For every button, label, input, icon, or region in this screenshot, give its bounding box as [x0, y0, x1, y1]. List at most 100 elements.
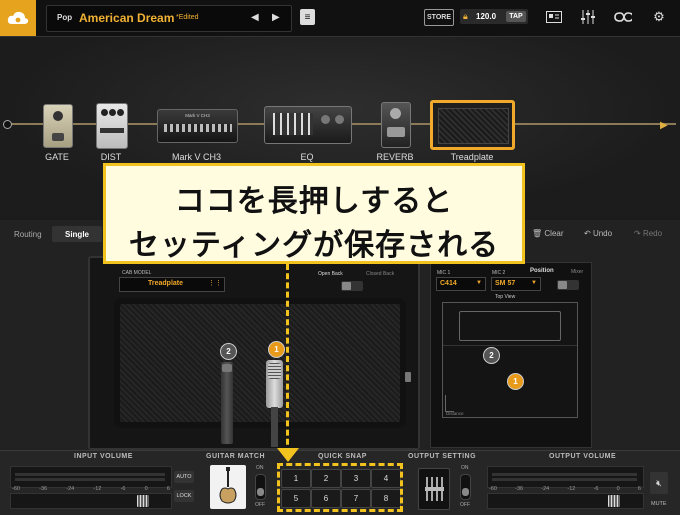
- mute-label: MUTE: [651, 501, 667, 507]
- input-tick: -12: [93, 486, 102, 492]
- mixer-label[interactable]: Mixer: [571, 269, 583, 275]
- input-scale: -60 -36 -24 -12 -6 0 6: [12, 486, 170, 492]
- trash-icon: 🗑︎: [532, 229, 545, 238]
- input-tick: -6: [120, 486, 126, 492]
- input-tick: 6: [166, 486, 170, 492]
- cab-block-selected[interactable]: [430, 100, 515, 150]
- tempo-value[interactable]: 120.0: [476, 12, 496, 21]
- amp-head[interactable]: Mark V CH3: [157, 109, 238, 143]
- annotation-quick-snap-highlight: [277, 463, 403, 512]
- guitar-match-switch[interactable]: [255, 474, 266, 500]
- tempo-control: 🔒︎ 120.0 TAP: [460, 9, 528, 24]
- input-tick: -24: [66, 486, 75, 492]
- mic1-chevron-down-icon: ▼: [476, 280, 482, 286]
- mixer-icon[interactable]: [579, 9, 597, 25]
- next-preset-button[interactable]: ▶: [272, 12, 280, 23]
- preset-name: American Dream: [79, 11, 175, 25]
- mic2-value: SM 57: [495, 280, 516, 287]
- output-tick: -60: [489, 486, 497, 492]
- input-volume-title: INPUT VOLUME: [74, 453, 133, 460]
- mic1-label: MIC 1: [437, 270, 451, 276]
- output-volume-slider[interactable]: [487, 493, 644, 509]
- loop-icon[interactable]: [614, 9, 632, 25]
- reverb-label: REVERB: [376, 152, 414, 162]
- output-setting-title: OUTPUT SETTING: [408, 453, 477, 460]
- output-fader-icon: [425, 477, 444, 501]
- position-mixer-toggle[interactable]: [557, 280, 579, 290]
- position-label[interactable]: Position: [530, 268, 554, 274]
- guitar-match-title: GUITAR MATCH: [206, 453, 266, 460]
- top-view-mic-1-marker[interactable]: 1: [507, 373, 524, 390]
- preset-selector[interactable]: Pop American Dream *Edited ◀ ▶: [46, 5, 292, 32]
- routing-label: Routing: [14, 230, 42, 239]
- top-view-mic-2-marker[interactable]: 2: [483, 347, 500, 364]
- prev-preset-button[interactable]: ◀: [251, 12, 259, 23]
- dist-pedal[interactable]: [96, 103, 128, 149]
- lock-icon[interactable]: 🔒︎: [463, 11, 468, 22]
- annotation-callout: ココを長押しすると セッティングが保存される: [103, 163, 525, 264]
- guitar-match-off-label: OFF: [255, 502, 265, 508]
- annotation-dashed-line: [286, 264, 289, 454]
- reverb-pedal[interactable]: [381, 102, 411, 148]
- back-toggle[interactable]: [341, 281, 363, 291]
- output-tick: -36: [515, 486, 524, 492]
- gate-pedal[interactable]: [43, 104, 73, 148]
- redo-label: Redo: [642, 229, 663, 238]
- lock-button[interactable]: LOCK: [174, 490, 194, 502]
- cab-model-menu-icon: ⋮⋮: [208, 280, 222, 287]
- app-logo-cloud-icon[interactable]: [0, 0, 36, 36]
- output-setting-button[interactable]: [418, 468, 450, 510]
- eq-unit[interactable]: [264, 106, 352, 144]
- mic-2-sm57[interactable]: [221, 362, 233, 444]
- undo-button[interactable]: ↶ Undo: [584, 229, 612, 238]
- speaker-mute-icon[interactable]: 🔇︎: [650, 472, 668, 494]
- amp-label: Mark V CH3: [171, 152, 221, 162]
- settings-gear-icon[interactable]: ⚙: [650, 9, 668, 25]
- cab-label: Treadplate: [450, 152, 494, 162]
- store-button[interactable]: STORE: [424, 9, 454, 26]
- mic1-selector[interactable]: C414 ▼: [436, 277, 486, 291]
- mic-2-marker[interactable]: 2: [220, 343, 237, 360]
- open-back-label[interactable]: Open Back: [318, 271, 343, 277]
- dist-label: DIST: [100, 152, 122, 162]
- input-meter: [10, 466, 172, 488]
- clear-button[interactable]: 🗑︎ Clear: [532, 229, 564, 238]
- guitar-icon: [219, 467, 237, 504]
- mic-1-c414[interactable]: [266, 360, 283, 408]
- callout-line-1: ココを長押しすると: [174, 185, 454, 218]
- output-tick: 0: [616, 486, 620, 492]
- mic1-value: C414: [440, 280, 457, 287]
- input-tick: 0: [144, 486, 148, 492]
- routing-mode-single[interactable]: Single: [52, 226, 102, 242]
- closed-back-label[interactable]: Closed Back: [366, 271, 394, 277]
- amp-faceplate-text: Mark V CH3: [185, 113, 210, 118]
- clear-label: Clear: [544, 229, 564, 238]
- redo-button[interactable]: ↷ Redo: [634, 229, 662, 238]
- output-setting-off-label: OFF: [460, 502, 470, 508]
- tap-button[interactable]: TAP: [506, 11, 526, 22]
- output-arrow-icon: ▶: [660, 120, 668, 131]
- mic-1-cable: [271, 407, 278, 447]
- callout-line-2: セッティングが保存される: [128, 229, 500, 262]
- auto-button[interactable]: AUTO: [174, 471, 194, 483]
- quick-snap-title: QUICK SNAP: [318, 453, 367, 460]
- guitar-match-button[interactable]: [210, 465, 246, 509]
- mic-1-marker[interactable]: 1: [268, 341, 285, 358]
- undo-label: Undo: [592, 229, 613, 238]
- cab-handle: [405, 372, 411, 382]
- output-tick: -6: [593, 486, 599, 492]
- input-jack-icon: [3, 120, 12, 129]
- undo-icon: ↶: [584, 229, 593, 238]
- top-view-grid[interactable]: [442, 302, 578, 418]
- cab-speaker-grill: [114, 298, 406, 428]
- output-tick: -24: [541, 486, 550, 492]
- top-view-label: Top View: [495, 294, 516, 300]
- menu-icon[interactable]: ≡: [300, 9, 315, 25]
- output-tick: -12: [567, 486, 576, 492]
- mic2-selector[interactable]: SM 57 ▼: [491, 277, 541, 291]
- input-volume-slider[interactable]: [10, 493, 172, 509]
- annotation-arrow-icon: [277, 448, 299, 462]
- output-setting-switch[interactable]: [460, 474, 471, 500]
- preset-list-icon[interactable]: [545, 9, 563, 25]
- cab-model-selector[interactable]: Treadplate ⋮⋮: [119, 277, 225, 292]
